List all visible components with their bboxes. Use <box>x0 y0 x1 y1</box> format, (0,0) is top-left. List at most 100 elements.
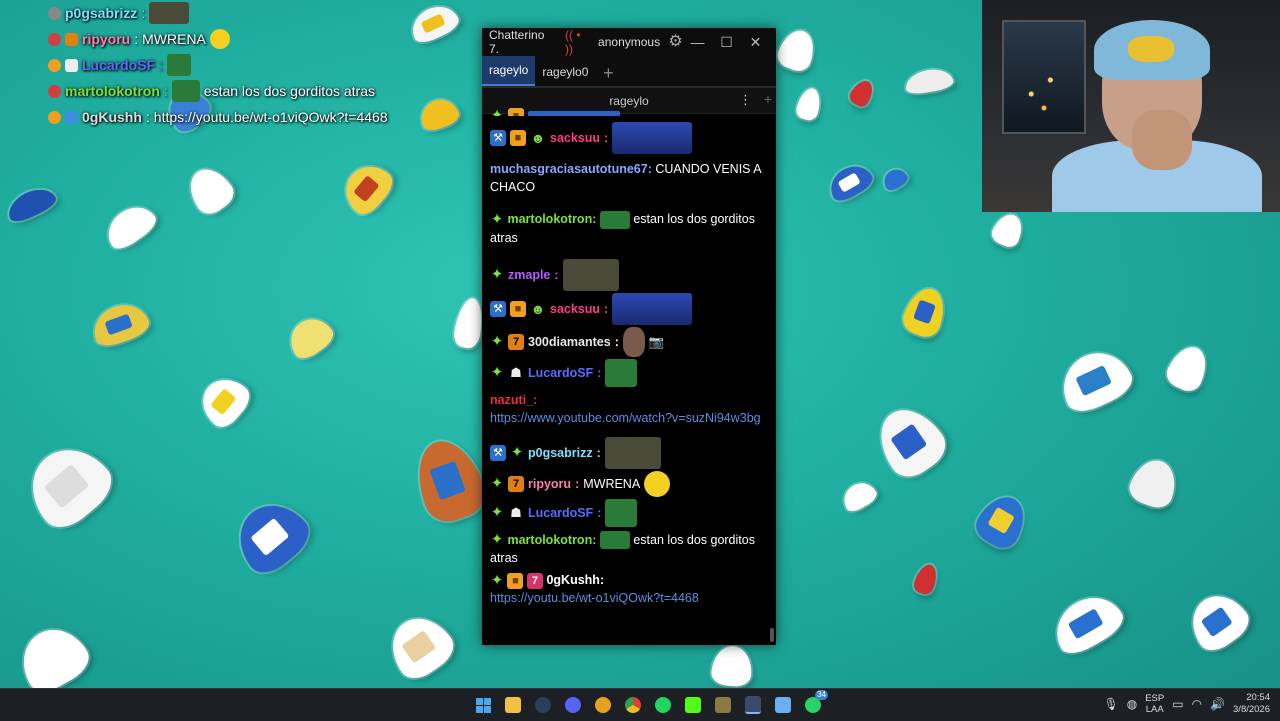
volume-icon[interactable]: 🔊 <box>1210 697 1225 711</box>
emote-image <box>149 2 190 24</box>
colon: : <box>597 365 602 380</box>
emote-image[interactable] <box>612 292 693 325</box>
message-row[interactable]: ⚒ ■ ☻ sacksuu: <box>490 292 776 325</box>
message-link[interactable]: https://www.youtube.com/watch?v=suzNi94w… <box>490 411 761 425</box>
emote-image[interactable] <box>644 470 671 497</box>
file-explorer-icon[interactable] <box>498 693 528 717</box>
message-link[interactable]: https://youtu.be/wt-o1viQOwk?t=4468 <box>490 591 699 605</box>
scrollbar-thumb[interactable] <box>770 628 774 642</box>
message-row[interactable]: ✦ ☗ LucardoSF: <box>490 358 776 387</box>
message-row[interactable]: ⚒ ✦ p0gsabrizz: <box>490 436 776 469</box>
username[interactable]: nazuti_ <box>490 393 533 407</box>
language-indicator[interactable]: ESP LAA <box>1145 693 1164 715</box>
message-row[interactable]: ✦ martolokotron: estan los dos gorditos … <box>490 210 776 247</box>
badge-icon <box>65 58 78 72</box>
display-icon[interactable]: ▭ <box>1172 697 1183 711</box>
badge-icon <box>48 58 61 72</box>
username[interactable]: martolokotron <box>507 533 592 547</box>
emote-image[interactable] <box>599 210 630 229</box>
start-button[interactable] <box>468 693 498 717</box>
message-row[interactable]: muchasgraciasautotune67: CUANDO VENIS A … <box>490 160 776 196</box>
colon: : <box>575 476 580 491</box>
split-menu-button[interactable]: ⋮ <box>739 92 752 108</box>
star-badge-icon: ✦ <box>510 443 524 461</box>
tab-rageylo[interactable]: rageylo <box>482 56 536 86</box>
message-row[interactable]: ✦ ■ 7 0gKushh: https://youtu.be/wt-o1viQ… <box>490 571 776 607</box>
star-badge-icon: ✦ <box>490 503 504 521</box>
close-button[interactable]: ✕ <box>741 34 770 51</box>
notepad-icon[interactable] <box>768 693 798 717</box>
overlay-chat-line: martolokotron: estan los dos gorditos at… <box>48 78 428 104</box>
badge-icon <box>48 110 61 124</box>
network-icon[interactable]: ◍ <box>1127 697 1137 711</box>
tab-rageylo0[interactable]: rageylo0 <box>535 58 595 86</box>
emote-image[interactable] <box>612 122 693 154</box>
username[interactable]: zmaple <box>508 266 550 284</box>
overlay-username: ripyoru <box>82 31 131 47</box>
taskbar: 34 🎙 ◍ ESP LAA ▭ ◠ 🔊 20:54 3/8/2026 <box>0 688 1280 721</box>
emote-image[interactable] <box>622 326 645 357</box>
username[interactable]: ripyoru <box>528 475 571 493</box>
clock[interactable]: 20:54 3/8/2026 <box>1233 692 1270 716</box>
overlay-message-text: estan los dos gorditos atras <box>203 83 375 99</box>
message-row[interactable]: ✦ 7 300diamantes: 📷 <box>490 326 776 357</box>
add-tab-button[interactable]: + <box>595 60 621 86</box>
chatterino-icon[interactable] <box>738 693 768 717</box>
window-title: Chatterino 7. <box>489 28 545 56</box>
settings-gear-icon[interactable]: ⚙ <box>668 34 683 50</box>
username[interactable]: martolokotron <box>507 212 592 226</box>
moderator-badge-icon: ⚒ <box>490 130 506 146</box>
star-badge-icon: ✦ <box>490 572 504 590</box>
message-row[interactable]: ✦ ☗ LucardoSF: <box>490 498 776 527</box>
game-app-icon[interactable] <box>708 693 738 717</box>
overlay-username: 0gKushh <box>82 109 142 125</box>
username[interactable]: 0gKushh <box>546 573 599 587</box>
username[interactable]: sacksuu <box>550 300 600 318</box>
add-split-button[interactable]: + <box>764 91 772 107</box>
emote-image[interactable] <box>562 258 619 291</box>
wifi-icon[interactable]: ◠ <box>1192 697 1202 711</box>
message-row[interactable]: ✦ zmaple: <box>490 258 776 291</box>
account-switcher[interactable]: anonymous <box>598 35 660 49</box>
message-row[interactable]: ✦ 7 ripyoru: MWRENA <box>490 470 776 497</box>
background-window <box>1002 20 1086 134</box>
colon: : <box>592 212 597 226</box>
whatsapp-icon[interactable]: 34 <box>798 690 828 717</box>
colon: : <box>592 532 597 547</box>
star-badge-icon: ✦ <box>490 531 504 549</box>
subscriber-badge-icon: 7 <box>508 333 524 350</box>
message-row[interactable]: ⚒ ■ ☻ sacksuu: <box>490 122 776 154</box>
username[interactable]: sacksuu <box>550 129 600 147</box>
mask-badge-icon: ☗ <box>510 364 522 380</box>
taskbar-apps: 34 <box>468 690 828 717</box>
emote-image[interactable] <box>605 358 638 387</box>
webcam-feed <box>982 0 1280 212</box>
username[interactable]: p0gsabrizz <box>528 444 593 462</box>
overlay-separator: : <box>163 83 168 99</box>
emote-image[interactable] <box>599 531 630 550</box>
steam-icon[interactable] <box>528 693 558 717</box>
username[interactable]: 300diamantes <box>528 333 611 351</box>
minimize-button[interactable]: — <box>683 34 712 51</box>
chrome-icon[interactable] <box>618 693 648 717</box>
colon: : <box>596 445 601 460</box>
kick-icon[interactable] <box>678 693 708 717</box>
spotify-icon[interactable] <box>648 693 678 717</box>
chrome-canary-icon[interactable] <box>588 693 618 717</box>
discord-icon[interactable] <box>558 693 588 717</box>
live-indicator-icon[interactable]: (( • )) <box>565 28 590 56</box>
notification-badge: 34 <box>815 690 828 700</box>
maximize-button[interactable]: ☐ <box>712 34 741 51</box>
username[interactable]: LucardoSF <box>528 504 593 522</box>
emote-image[interactable] <box>605 498 638 527</box>
username[interactable]: LucardoSF <box>528 364 593 382</box>
message-row[interactable]: nazuti_: https://www.youtube.com/watch?v… <box>490 391 776 427</box>
overlay-chat-line: p0gsabrizz: <box>48 0 428 26</box>
username[interactable]: muchasgraciasautotune67 <box>490 162 648 176</box>
message-list[interactable]: ✦■ ⚒ ■ ☻ sacksuu: muchasgraciasautotune6… <box>482 108 776 645</box>
microphone-icon[interactable]: 🎙 <box>1104 697 1119 711</box>
message-row[interactable]: ✦ martolokotron: estan los dos gorditos … <box>490 531 776 568</box>
chatterino-window: Chatterino 7. (( • )) anonymous ⚙ — ☐ ✕ … <box>482 28 776 645</box>
emote-image[interactable] <box>604 436 661 469</box>
title-bar[interactable]: Chatterino 7. (( • )) anonymous ⚙ — ☐ ✕ <box>482 28 776 56</box>
